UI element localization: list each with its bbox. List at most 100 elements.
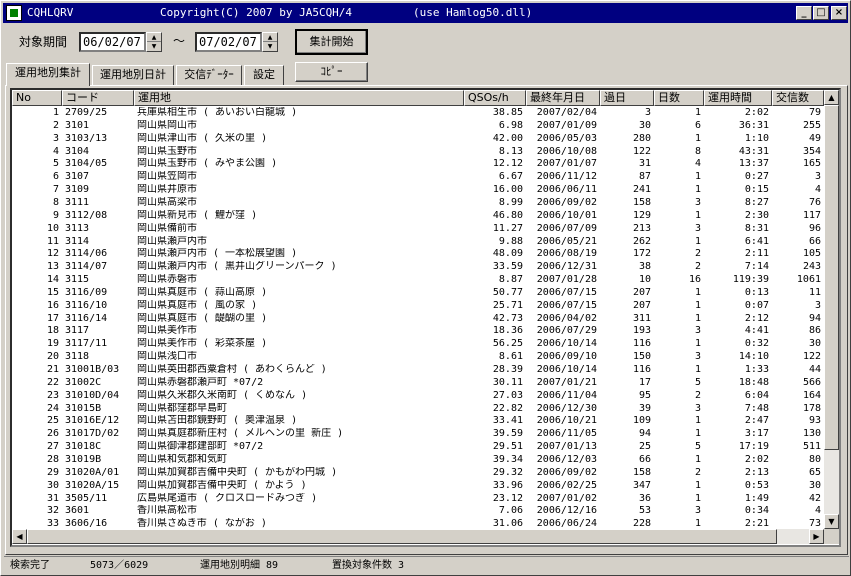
cell-days-ago: 158	[632, 466, 651, 478]
column-header-location[interactable]: 運用地	[134, 90, 464, 106]
table-row[interactable]: 15 3116/09 岡山県真庭市 ( 蒜山高原 ) 50.77 2006/07/15 2…	[12, 287, 824, 299]
cell-no: 8	[52, 196, 59, 208]
column-header-no[interactable]: No	[12, 90, 62, 106]
cell-code: 31010D/04	[65, 389, 120, 401]
horizontal-scroll-thumb[interactable]	[27, 529, 777, 544]
cell-days-ago: 87	[638, 171, 651, 183]
cell-day-count: 1	[694, 171, 701, 183]
table-row[interactable]: 13 3114/07 岡山県瀬戸内市 ( 黒井山グリーンパーク ) 33.59 2006…	[12, 261, 824, 273]
cell-operating-time: 0:53	[744, 479, 769, 491]
cell-last-date: 2006/07/09	[536, 222, 597, 234]
table-row[interactable]: 3 3103/13 岡山県津山市 ( 久米の里 ) 42.00 2006/05/03 28…	[12, 133, 824, 145]
table-row[interactable]: 17 3116/14 岡山県真庭市 ( 醍醐の里 ) 42.73 2006/04/02 3…	[12, 313, 824, 325]
spin-down-icon[interactable]: ▼	[147, 42, 161, 51]
table-row[interactable]: 23 31010D/04 岡山県久米郡久米南町 ( くめなん ) 27.03 2006/…	[12, 390, 824, 402]
table-row[interactable]: 5 3104/05 岡山県玉野市 ( みやま公園 ) 12.12 2007/01/07 3…	[12, 158, 824, 170]
table-row[interactable]: 9 3112/08 岡山県新見市 ( 鯉が窪 ) 46.80 2006/10/01 129…	[12, 210, 824, 222]
column-header-last-date[interactable]: 最終年月日	[526, 90, 600, 106]
column-header-qso-count[interactable]: 交信数	[772, 90, 824, 106]
cell-qso-count: 3	[814, 299, 821, 311]
date-to-spinner[interactable]: ▲ ▼	[262, 32, 278, 52]
table-row[interactable]: 20 3118 岡山県浅口市 8.61 2006/09/10 150 3 14:10 122	[12, 351, 824, 363]
tab-location-daily[interactable]: 運用地別日計	[92, 65, 174, 85]
vertical-scroll-thumb[interactable]	[824, 105, 839, 450]
table-row[interactable]: 24 31015B 岡山県都窪郡早島町 22.82 2006/12/30 39 3 7:48 1…	[12, 403, 824, 415]
scroll-down-icon[interactable]: ▼	[824, 514, 839, 529]
cell-code: 3114/06	[65, 248, 108, 260]
date-from-spinner[interactable]: ▲ ▼	[146, 32, 162, 52]
column-header-day-count[interactable]: 日数	[654, 90, 704, 106]
table-row[interactable]: 31 3505/11 広島県尾道市 ( クロスロードみつぎ ) 23.12 2007/0…	[12, 493, 824, 505]
table-row[interactable]: 21 31001B/03 岡山県英田郡西粟倉村 ( あわくらんど ) 28.39 200…	[12, 364, 824, 376]
table-row[interactable]: 16 3116/10 岡山県真庭市 ( 風の家 ) 25.71 2006/07/15 20…	[12, 300, 824, 312]
table-row[interactable]: 10 3113 岡山県備前市 11.27 2006/07/09 213 3 8:31 96	[12, 223, 824, 235]
cell-qsos-per-hour: 8.61	[498, 351, 523, 363]
table-row[interactable]: 8 3111 岡山県高梁市 8.99 2006/09/02 158 3 8:27 76	[12, 197, 824, 209]
cell-days-ago: 38	[638, 261, 651, 273]
cell-code: 31017D/02	[65, 428, 120, 440]
column-header-operating-time[interactable]: 運用時間	[704, 90, 772, 106]
table-row[interactable]: 11 3114 岡山県瀬戸内市 9.88 2006/05/21 262 1 6:41 66	[12, 236, 824, 248]
cell-operating-time: 2:11	[744, 248, 769, 260]
cell-qsos-per-hour: 33.41	[492, 415, 523, 427]
table-row[interactable]: 1 2709/25 兵庫県相生市 ( あいおい白龍城 ) 38.85 2007/02/0…	[12, 107, 824, 119]
cell-days-ago: 3	[644, 107, 651, 118]
copy-button[interactable]: ｺﾋﾟｰ	[295, 62, 368, 82]
horizontal-scrollbar[interactable]: ◀ ▶	[12, 529, 824, 544]
date-to-field[interactable]: 07/02/07	[195, 32, 262, 52]
table-row[interactable]: 29 31020A/01 岡山県加賀郡吉備中央町 ( かもがわ円城 ) 29.32 20…	[12, 467, 824, 479]
tab-location-summary[interactable]: 運用地別集計	[6, 63, 90, 86]
cell-operating-time: 0:32	[744, 338, 769, 350]
cell-operating-time: 2:02	[744, 453, 769, 465]
cell-qso-count: 105	[802, 248, 821, 260]
minimize-button[interactable]: _	[796, 6, 812, 20]
cell-operating-time: 0:27	[744, 171, 769, 183]
scroll-right-icon[interactable]: ▶	[809, 529, 824, 544]
cell-operating-time: 2:13	[744, 466, 769, 478]
column-header-days-ago[interactable]: 過日	[600, 90, 654, 106]
start-aggregate-button[interactable]: 集計開始	[295, 29, 368, 55]
cell-day-count: 1	[694, 235, 701, 247]
date-from-field[interactable]: 06/02/07	[79, 32, 146, 52]
cell-qsos-per-hour: 8.99	[498, 196, 523, 208]
tab-qso-data[interactable]: 交信ﾃﾞｰﾀｰ	[176, 65, 242, 85]
scroll-up-icon[interactable]: ▲	[824, 90, 839, 105]
status-detail-count: 運用地別明細 89	[200, 560, 279, 571]
table-row[interactable]: 6 3107 岡山県笠岡市 6.67 2006/11/12 87 1 0:27 3	[12, 171, 824, 183]
table-row[interactable]: 22 31002C 岡山県赤磐郡瀬戸町 *07/2 30.11 2007/01/21 17…	[12, 377, 824, 389]
spin-down-icon[interactable]: ▼	[263, 42, 277, 51]
cell-operating-time: 0:15	[744, 184, 769, 196]
spin-up-icon[interactable]: ▲	[263, 33, 277, 42]
table-row[interactable]: 27 31018C 岡山県御津郡建部町 *07/2 29.51 2007/01/13 25…	[12, 441, 824, 453]
cell-qso-count: 566	[802, 376, 821, 388]
cell-day-count: 8	[694, 145, 701, 157]
table-row[interactable]: 18 3117 岡山県美作市 18.36 2006/07/29 193 3 4:41 86	[12, 325, 824, 337]
status-bar: 検索完了 5073／6029 運用地別明細 89 置換対象件数 3	[4, 556, 849, 574]
cell-last-date: 2006/07/15	[536, 299, 597, 311]
scroll-left-icon[interactable]: ◀	[12, 529, 27, 544]
table-row[interactable]: 2 3101 岡山県岡山市 6.98 2007/01/09 30 6 36:31 255	[12, 120, 824, 132]
vertical-scrollbar[interactable]: ▲ ▼	[824, 90, 839, 529]
cell-days-ago: 116	[632, 364, 651, 375]
column-header-code[interactable]: コード	[62, 90, 134, 106]
app-icon[interactable]	[6, 5, 22, 21]
table-row[interactable]: 32 3601 香川県高松市 7.06 2006/12/16 53 3 0:34 4	[12, 505, 824, 517]
title-bar[interactable]: CQHLQRV Copyright(C) 2007 by JA5CQH/4 (u…	[3, 3, 848, 23]
table-row[interactable]: 12 3114/06 岡山県瀬戸内市 ( 一本松展望園 ) 48.09 2006/08/…	[12, 248, 824, 260]
period-separator: 〜	[173, 34, 186, 48]
maximize-button[interactable]: □	[813, 6, 829, 20]
column-header-qsos-per-hour[interactable]: QSOs/h	[464, 90, 526, 106]
table-row[interactable]: 4 3104 岡山県玉野市 8.13 2006/10/08 122 8 43:31 354	[12, 146, 824, 158]
table-row[interactable]: 19 3117/11 岡山県美作市 ( 彩菜茶屋 ) 56.25 2006/10/14 1…	[12, 338, 824, 350]
cell-days-ago: 311	[632, 312, 651, 324]
table-row[interactable]: 30 31020A/15 岡山県加賀郡吉備中央町 ( かよう ) 33.96 2006/…	[12, 480, 824, 492]
table-row[interactable]: 7 3109 岡山県井原市 16.00 2006/06/11 241 1 0:15 4	[12, 184, 824, 196]
table-row[interactable]: 14 3115 岡山県赤磐市 8.87 2007/01/28 10 16 119:39 1061	[12, 274, 824, 286]
location-table[interactable]: No コード 運用地 QSOs/h 最終年月日 過日 日数 運用時間 交信数 1 2709/25 兵…	[10, 88, 841, 547]
close-button[interactable]: ×	[831, 6, 847, 20]
tab-settings[interactable]: 設定	[244, 65, 284, 85]
table-row[interactable]: 28 31019B 岡山県和気郡和気町 39.34 2006/12/03 66 1 2:02 8…	[12, 454, 824, 466]
spin-up-icon[interactable]: ▲	[147, 33, 161, 42]
table-row[interactable]: 25 31016E/12 岡山県苫田郡鏡野町 ( 奥津温泉 ) 33.41 2006/1…	[12, 415, 824, 427]
table-row[interactable]: 26 31017D/02 岡山県真庭郡新庄村 ( メルヘンの里 新庄 ) 39.59 2…	[12, 428, 824, 440]
